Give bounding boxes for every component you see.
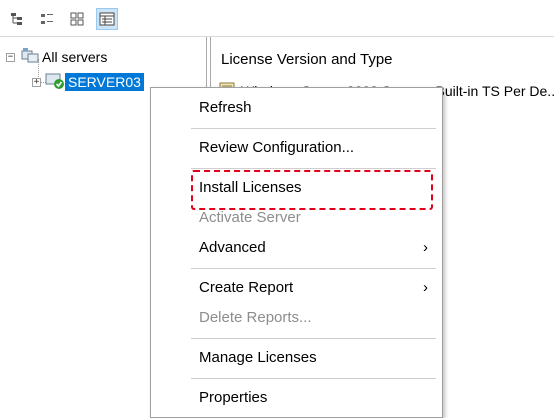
view-tree-icon[interactable] [6, 8, 28, 30]
server-activated-icon [45, 72, 65, 93]
context-menu: Refresh Review Configuration... Install … [150, 87, 443, 418]
menu-item-create-report[interactable]: Create Report [199, 278, 293, 298]
menu-separator [191, 338, 436, 339]
view-details-icon[interactable] [66, 8, 88, 30]
expand-icon[interactable]: + [32, 77, 41, 87]
menu-item-activate-server: Activate Server [199, 209, 301, 226]
menu-item-refresh[interactable]: Refresh [199, 98, 252, 118]
submenu-arrow-icon: › [423, 279, 428, 296]
menu-separator [191, 168, 436, 169]
menu-separator [191, 128, 436, 129]
menu-item-properties[interactable]: Properties [199, 388, 267, 408]
column-header[interactable]: License Version and Type [221, 51, 393, 68]
menu-item-review-configuration[interactable]: Review Configuration... [199, 138, 354, 158]
tree-label-server03[interactable]: SERVER03 [65, 73, 144, 91]
menu-separator [191, 378, 436, 379]
menu-separator [191, 268, 436, 269]
view-report-icon[interactable] [96, 8, 118, 30]
toolbar [0, 0, 554, 37]
view-list-icon[interactable] [36, 8, 58, 30]
tree-item-server03[interactable]: + SERVER03 [32, 72, 144, 92]
server-group-icon [21, 47, 39, 67]
menu-item-advanced[interactable]: Advanced [199, 238, 266, 258]
tree-label-all-servers[interactable]: All servers [39, 48, 110, 66]
menu-item-manage-licenses[interactable]: Manage Licenses [199, 348, 317, 368]
collapse-icon[interactable]: − [6, 52, 15, 62]
submenu-arrow-icon: › [423, 239, 428, 256]
menu-item-delete-reports: Delete Reports... [199, 309, 312, 326]
highlight-box [191, 170, 433, 210]
tree-item-all-servers[interactable]: − All servers [6, 47, 110, 67]
